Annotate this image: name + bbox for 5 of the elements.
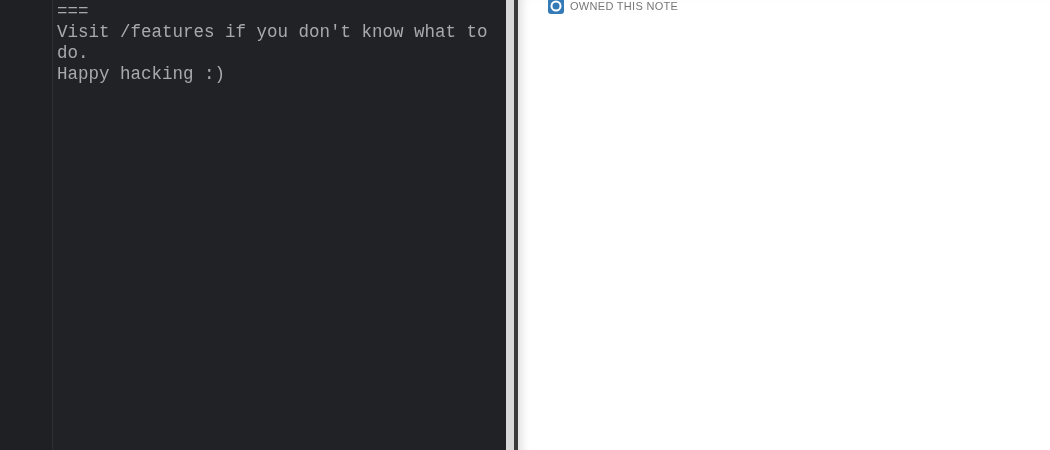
code-line: Visit /features if you don't know what to do. xyxy=(57,22,489,64)
code-line: Happy hacking :) xyxy=(57,64,227,85)
owner-label: OWNED THIS NOTE xyxy=(570,0,679,12)
code-line: === xyxy=(57,1,90,22)
scrollbar[interactable] xyxy=(506,0,518,450)
